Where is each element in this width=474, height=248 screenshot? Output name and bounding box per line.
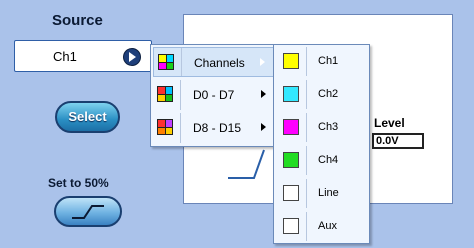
menu-item-ch1[interactable]: Ch1 <box>276 45 366 78</box>
menu-divider <box>306 113 307 142</box>
trigger-waveform <box>228 149 265 179</box>
menu-item-ch4[interactable]: Ch4 <box>276 144 366 177</box>
menu-divider <box>180 80 181 110</box>
select-button[interactable]: Select <box>55 101 120 133</box>
menu-item-d8-d15[interactable]: D8 - D15 <box>153 113 274 143</box>
menu-divider <box>181 48 182 76</box>
menu-item-label: Aux <box>318 220 337 232</box>
menu-item-label: D8 - D15 <box>193 121 242 135</box>
set-to-50-label: Set to 50% <box>48 176 109 190</box>
menu-item-aux[interactable]: Aux <box>276 210 366 243</box>
channels-color-icon <box>158 54 174 70</box>
menu-divider <box>306 146 307 175</box>
menu-divider <box>306 80 307 109</box>
menu-divider <box>306 179 307 208</box>
menu-item-label: Ch1 <box>318 55 339 67</box>
submenu-arrow-icon <box>260 58 265 66</box>
set-to-50-button[interactable] <box>54 196 122 227</box>
level-value-field[interactable]: 0.0V <box>372 133 424 149</box>
menu-item-label: Ch2 <box>318 88 339 100</box>
dropdown-arrow-icon[interactable] <box>123 48 141 66</box>
menu-item-label: Line <box>318 187 339 199</box>
menu-item-label: Channels <box>194 56 245 70</box>
ch2-color-swatch <box>283 86 299 102</box>
ch4-color-swatch <box>283 152 299 168</box>
source-title: Source <box>52 12 103 29</box>
ch3-color-swatch <box>283 119 299 135</box>
d0-d7-color-icon <box>157 86 173 102</box>
menu-item-ch2[interactable]: Ch2 <box>276 78 366 111</box>
menu-item-channels[interactable]: Channels <box>153 47 274 77</box>
level-label: Level <box>374 116 405 130</box>
menu-item-d0-d7[interactable]: D0 - D7 <box>153 80 274 110</box>
line-color-swatch <box>283 185 299 201</box>
menu-item-label: D0 - D7 <box>193 88 235 102</box>
source-value: Ch1 <box>53 49 77 64</box>
source-dropdown[interactable]: Ch1 <box>14 40 152 72</box>
channels-submenu: Ch1 Ch2 Ch3 Ch4 Line Aux <box>273 44 370 244</box>
menu-divider <box>306 47 307 76</box>
d8-d15-color-icon <box>157 119 173 135</box>
menu-item-ch3[interactable]: Ch3 <box>276 111 366 144</box>
source-category-menu: Channels D0 - D7 D8 - D15 <box>150 44 278 147</box>
menu-divider <box>180 113 181 143</box>
menu-item-label: Ch3 <box>318 121 339 133</box>
ch1-color-swatch <box>283 53 299 69</box>
menu-item-line[interactable]: Line <box>276 177 366 210</box>
trigger-edge-icon <box>72 205 104 219</box>
submenu-arrow-icon <box>261 123 266 131</box>
menu-item-label: Ch4 <box>318 154 339 166</box>
submenu-arrow-icon <box>261 90 266 98</box>
aux-color-swatch <box>283 218 299 234</box>
menu-divider <box>306 212 307 241</box>
